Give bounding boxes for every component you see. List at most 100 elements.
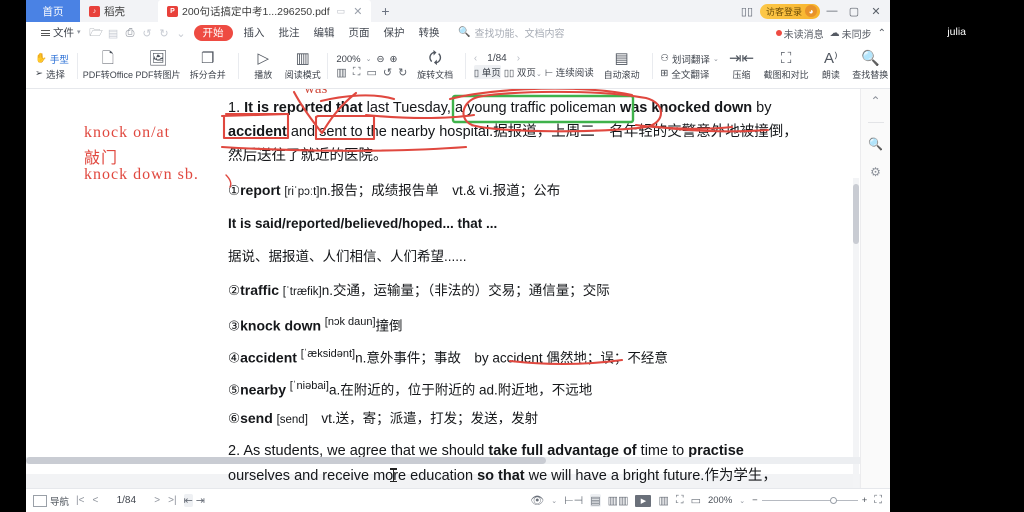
next-page-icon[interactable]: ›: [517, 53, 520, 64]
zoom-slider-track[interactable]: [761, 497, 858, 504]
screenshot-compare-button[interactable]: ⛶ 截图和对比: [761, 45, 811, 88]
maximize-button[interactable]: ▢: [844, 0, 864, 22]
step-back-icon[interactable]: ⇤: [183, 494, 193, 507]
vocab-2-word: traffic: [240, 282, 280, 298]
page-text-content: 1. It is reported that last Tuesday, a y…: [26, 89, 878, 484]
ribbon-tab-convert[interactable]: 转换: [412, 22, 447, 44]
tab-pdf-document[interactable]: P 200句话搞定中考1...296250.pdf ▭ ✕: [158, 0, 372, 22]
split-view-icon[interactable]: ▯▯: [736, 0, 758, 22]
minimize-button[interactable]: —: [822, 0, 842, 22]
fit-height-icon[interactable]: ⊢⊣: [564, 494, 583, 507]
read-aloud-button[interactable]: A⁾ 朗读: [811, 45, 850, 88]
vocab-5-word: nearby: [240, 381, 287, 398]
print-icon[interactable]: ⎙: [122, 27, 139, 40]
select-tool-button[interactable]: ➢ 选择: [35, 67, 69, 81]
full-translate-button[interactable]: ⊞ 全文翻译: [660, 67, 718, 81]
prev-page-button[interactable]: <: [92, 495, 98, 506]
zoom-slider-knob[interactable]: [829, 497, 837, 504]
sentence1-plain5: sent to: [319, 124, 363, 140]
first-page-button[interactable]: |<: [76, 495, 84, 506]
zoom-search-icon[interactable]: 🔍: [868, 137, 883, 151]
double-page-button[interactable]: ▯▯ 双页⌄: [504, 65, 542, 79]
fit-width-icon[interactable]: ▥: [336, 66, 346, 79]
annotation-note-knock-down: knock down sb.: [84, 166, 199, 183]
new-tab-button[interactable]: +: [371, 0, 399, 22]
continuous-read-button[interactable]: ⊢ 连续阅读: [545, 65, 594, 79]
single-page-view-icon[interactable]: ▤: [590, 494, 601, 507]
zoom-control[interactable]: 200% ⌄ ⊖ ⊕: [336, 54, 407, 65]
double-page-view-icon[interactable]: ▥▥: [608, 494, 629, 507]
auto-scroll-button[interactable]: ▤ 自动滚动: [597, 45, 647, 88]
eye-protect-icon[interactable]: 👁: [530, 494, 544, 507]
tab-home[interactable]: 首页: [26, 0, 80, 22]
search-placeholder: 查找功能、文档内容: [474, 29, 565, 40]
guest-login-button[interactable]: 访客登录 ◕: [759, 3, 820, 19]
search-input[interactable]: 🔍 查找功能、文档内容: [458, 25, 564, 40]
compress-button[interactable]: ⇥⇤ 压缩: [722, 45, 761, 88]
play-button[interactable]: ▷ 播放: [244, 45, 283, 88]
navigation-toggle[interactable]: 导航: [26, 494, 76, 508]
fullscreen-icon[interactable]: ⛶: [874, 494, 882, 507]
ribbon-tab-protect[interactable]: 保护: [377, 22, 412, 44]
zoom-out-button[interactable]: −: [752, 495, 758, 506]
open-folder-icon[interactable]: 🗁: [88, 24, 105, 43]
ribbon-tab-page[interactable]: 页面: [342, 22, 377, 44]
rotate-document-button[interactable]: 🗘 旋转文档: [410, 45, 460, 88]
fit-page-icon[interactable]: ⛶: [353, 66, 361, 79]
unread-messages[interactable]: 未读消息: [775, 26, 824, 41]
horizontal-scrollbar-thumb[interactable]: [26, 457, 546, 464]
menu-file[interactable]: 文件 ▾: [34, 22, 88, 44]
quick-access-chevron-icon[interactable]: ⌄: [173, 27, 190, 40]
chevron-down-icon[interactable]: ⌄: [713, 55, 719, 63]
fit-width-icon[interactable]: ▥: [658, 494, 668, 507]
redo-icon[interactable]: ↻: [156, 27, 173, 40]
step-forward-icon[interactable]: ⇥: [196, 494, 205, 507]
actual-size-icon[interactable]: ▭: [366, 66, 376, 79]
ribbon-tab-edit[interactable]: 编辑: [307, 22, 342, 44]
cloud-sync-status[interactable]: ☁ 未同步: [830, 26, 872, 41]
zoom-in-icon[interactable]: ⊕: [389, 54, 397, 65]
chevron-down-icon[interactable]: ⌄: [366, 55, 372, 63]
tab-close-icon[interactable]: ✕: [353, 5, 362, 18]
ribbon-tab-insert[interactable]: 插入: [237, 22, 272, 44]
prev-page-icon[interactable]: ‹: [474, 53, 477, 64]
tab-docer[interactable]: ♪ 稻壳: [80, 0, 158, 22]
single-page-button[interactable]: ▯ 单页: [473, 65, 501, 79]
find-replace-button[interactable]: 🔍 查找替换: [851, 45, 890, 88]
sentence2-line2: ourselves and receive more education so …: [228, 467, 777, 486]
rotate-left-icon[interactable]: ↺: [383, 66, 392, 79]
split-merge-button[interactable]: ❐ 拆分合并: [183, 45, 233, 88]
pdf-to-office-button[interactable]: 🗋 PDF转Office: [83, 45, 133, 88]
zoom-in-button[interactable]: +: [862, 495, 868, 506]
pdf-to-image-button[interactable]: 🖼 PDF转图片: [133, 45, 183, 88]
hand-tool-button[interactable]: ✋ 手型: [35, 52, 69, 66]
vertical-scrollbar-thumb[interactable]: [853, 184, 859, 244]
presentation-play-icon[interactable]: ▶: [635, 494, 652, 507]
panel-collapse-icon[interactable]: ⌃: [870, 94, 880, 108]
zoom-chevron-icon[interactable]: ⌄: [739, 497, 745, 505]
reading-mode-button[interactable]: ▥ 阅读模式: [283, 45, 322, 88]
chevron-down-icon[interactable]: ⌄: [551, 497, 557, 505]
collapse-ribbon-icon[interactable]: ⌃: [878, 28, 886, 39]
document-viewport[interactable]: 1. It is reported that last Tuesday, a y…: [26, 89, 890, 488]
wps-pdf-window: 首页 ♪ 稻壳 P 200句话搞定中考1...296250.pdf ▭ ✕ + …: [26, 0, 890, 512]
ribbon-tab-start[interactable]: 开始: [193, 25, 233, 41]
settings-sliders-icon[interactable]: ⚙: [870, 165, 881, 179]
fit-page-icon[interactable]: ⛶: [676, 494, 684, 507]
vocab-3-num: ③: [228, 318, 241, 334]
horizontal-scrollbar-track[interactable]: [26, 457, 860, 464]
zoom-out-icon[interactable]: ⊖: [377, 54, 385, 65]
next-page-button[interactable]: >: [154, 495, 160, 506]
undo-icon[interactable]: ↺: [139, 27, 156, 40]
last-page-button[interactable]: >|: [168, 495, 176, 506]
tab-cast-icon[interactable]: ▭: [337, 6, 346, 17]
book-icon: ▥: [295, 50, 310, 67]
actual-size-icon[interactable]: ▭: [691, 494, 701, 507]
save-icon[interactable]: ▤: [105, 27, 122, 40]
ribbon-tab-annotate[interactable]: 批注: [272, 22, 307, 44]
word-translate-button[interactable]: ⚇ 划词翻译 ⌄: [660, 52, 718, 66]
close-button[interactable]: ✕: [866, 0, 886, 22]
zoom-slider[interactable]: − +: [752, 495, 867, 506]
search-icon: 🔍: [458, 27, 471, 38]
rotate-right-icon[interactable]: ↻: [398, 66, 407, 79]
